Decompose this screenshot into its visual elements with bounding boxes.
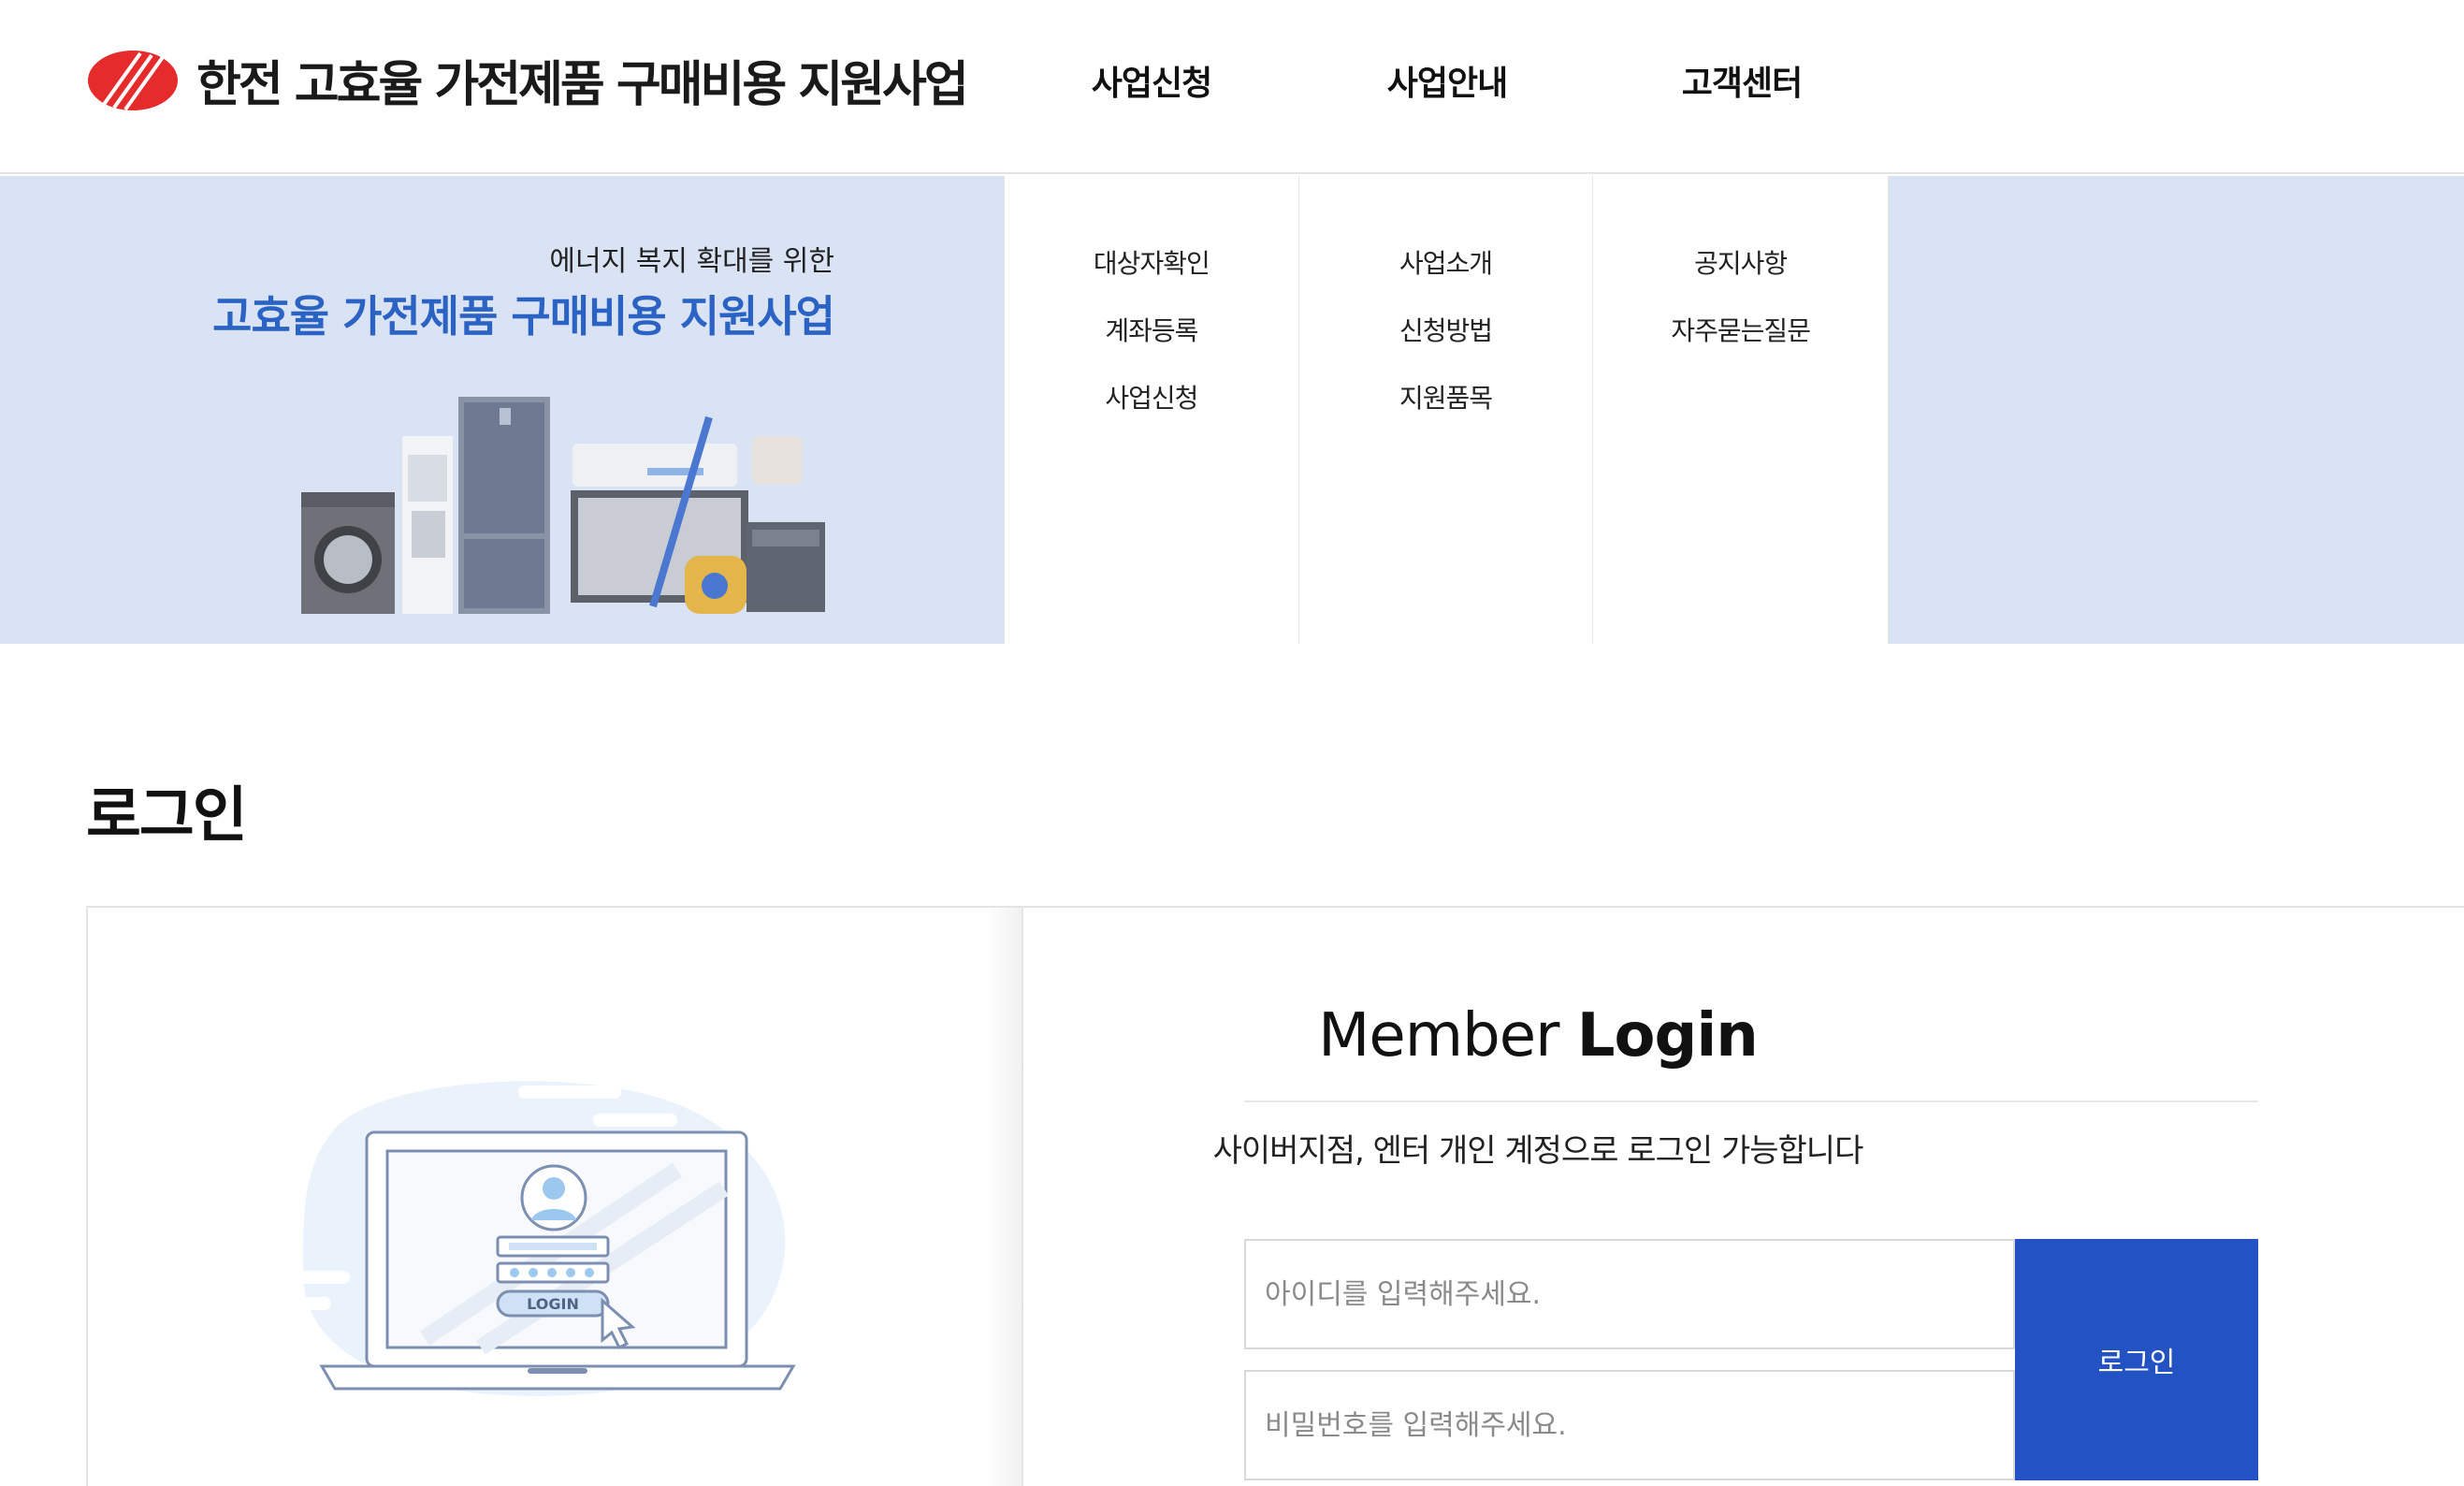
submenu-item-faq[interactable]: 자주묻는질문 [1593,298,1888,365]
member-login-title: Member Login [1023,1001,2052,1071]
login-description: 사이버지점, 엔터 개인 계정으로 로그인 가능합니다 [1212,1132,1864,1170]
login-illustration-panel: LOGIN [88,908,1023,1486]
laptop-login-illustration: LOGIN [284,1081,796,1396]
member-title-bold: Login [1576,1001,1759,1071]
mega-menu-band: 에너지 복지 확대를 위한 고효율 가전제품 구매비용 지원사업 대상자확인 계… [0,176,2464,644]
mega-menu-panel: 대상자확인 계좌등록 사업신청 사업소개 신청방법 지원품목 공지사항 자주묻는… [1004,176,1889,644]
submenu-support: 공지사항 자주묻는질문 [1593,176,1888,644]
nav-item-guide[interactable]: 사업안내 [1299,56,1595,105]
submenu-item-intro[interactable]: 사업소개 [1299,230,1593,298]
submenu-item-how-to-apply[interactable]: 신청방법 [1299,298,1593,365]
nav-item-apply[interactable]: 사업신청 [1004,56,1299,105]
site-logo[interactable]: 한전 고효율 가전제품 구매비용 지원사업 [86,45,969,115]
appliances-illustration [301,397,825,614]
user-id-input[interactable] [1244,1239,2015,1349]
submenu-apply: 대상자확인 계좌등록 사업신청 [1005,176,1299,644]
illustration-login-label: LOGIN [527,1295,579,1313]
submenu-item-products[interactable]: 지원품목 [1299,365,1593,432]
password-input[interactable] [1244,1370,2015,1480]
banner-title: 고효율 가전제품 구매비용 지원사업 [212,291,835,342]
page-title: 로그인 [86,781,248,851]
login-box: LOGIN Member Login 사이버지점, 엔터 개인 계정으로 로그인… [86,906,2464,1486]
banner-subtitle: 에너지 복지 확대를 위한 [549,245,834,278]
submenu-item-account[interactable]: 계좌등록 [1005,298,1298,365]
kepco-logo-icon [88,50,178,110]
submenu-guide: 사업소개 신청방법 지원품목 [1299,176,1594,644]
title-divider [1244,1100,2258,1102]
login-form-panel: Member Login 사이버지점, 엔터 개인 계정으로 로그인 가능합니다… [1022,908,2464,1486]
login-button[interactable]: 로그인 [2015,1239,2258,1480]
submenu-item-eligibility[interactable]: 대상자확인 [1005,230,1298,298]
member-title-light: Member [1318,1001,1577,1071]
submenu-item-application[interactable]: 사업신청 [1005,365,1298,432]
site-name: 한전 고효율 가전제품 구매비용 지원사업 [196,57,969,113]
nav-item-support[interactable]: 고객센터 [1594,56,1890,105]
submenu-item-notice[interactable]: 공지사항 [1593,230,1888,298]
site-header: 한전 고효율 가전제품 구매비용 지원사업 사업신청 사업안내 고객센터 [0,0,2464,174]
